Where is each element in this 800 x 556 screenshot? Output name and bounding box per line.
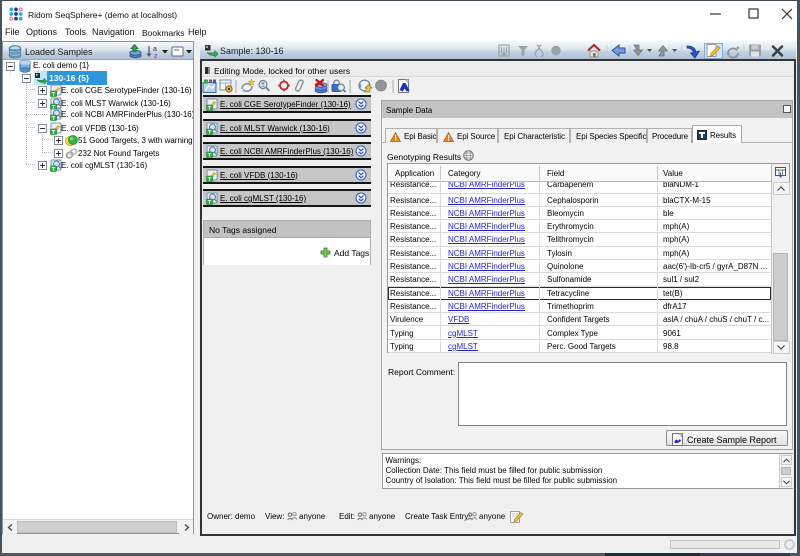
svg-text:a: a	[153, 46, 157, 53]
svg-text:z: z	[154, 53, 158, 59]
